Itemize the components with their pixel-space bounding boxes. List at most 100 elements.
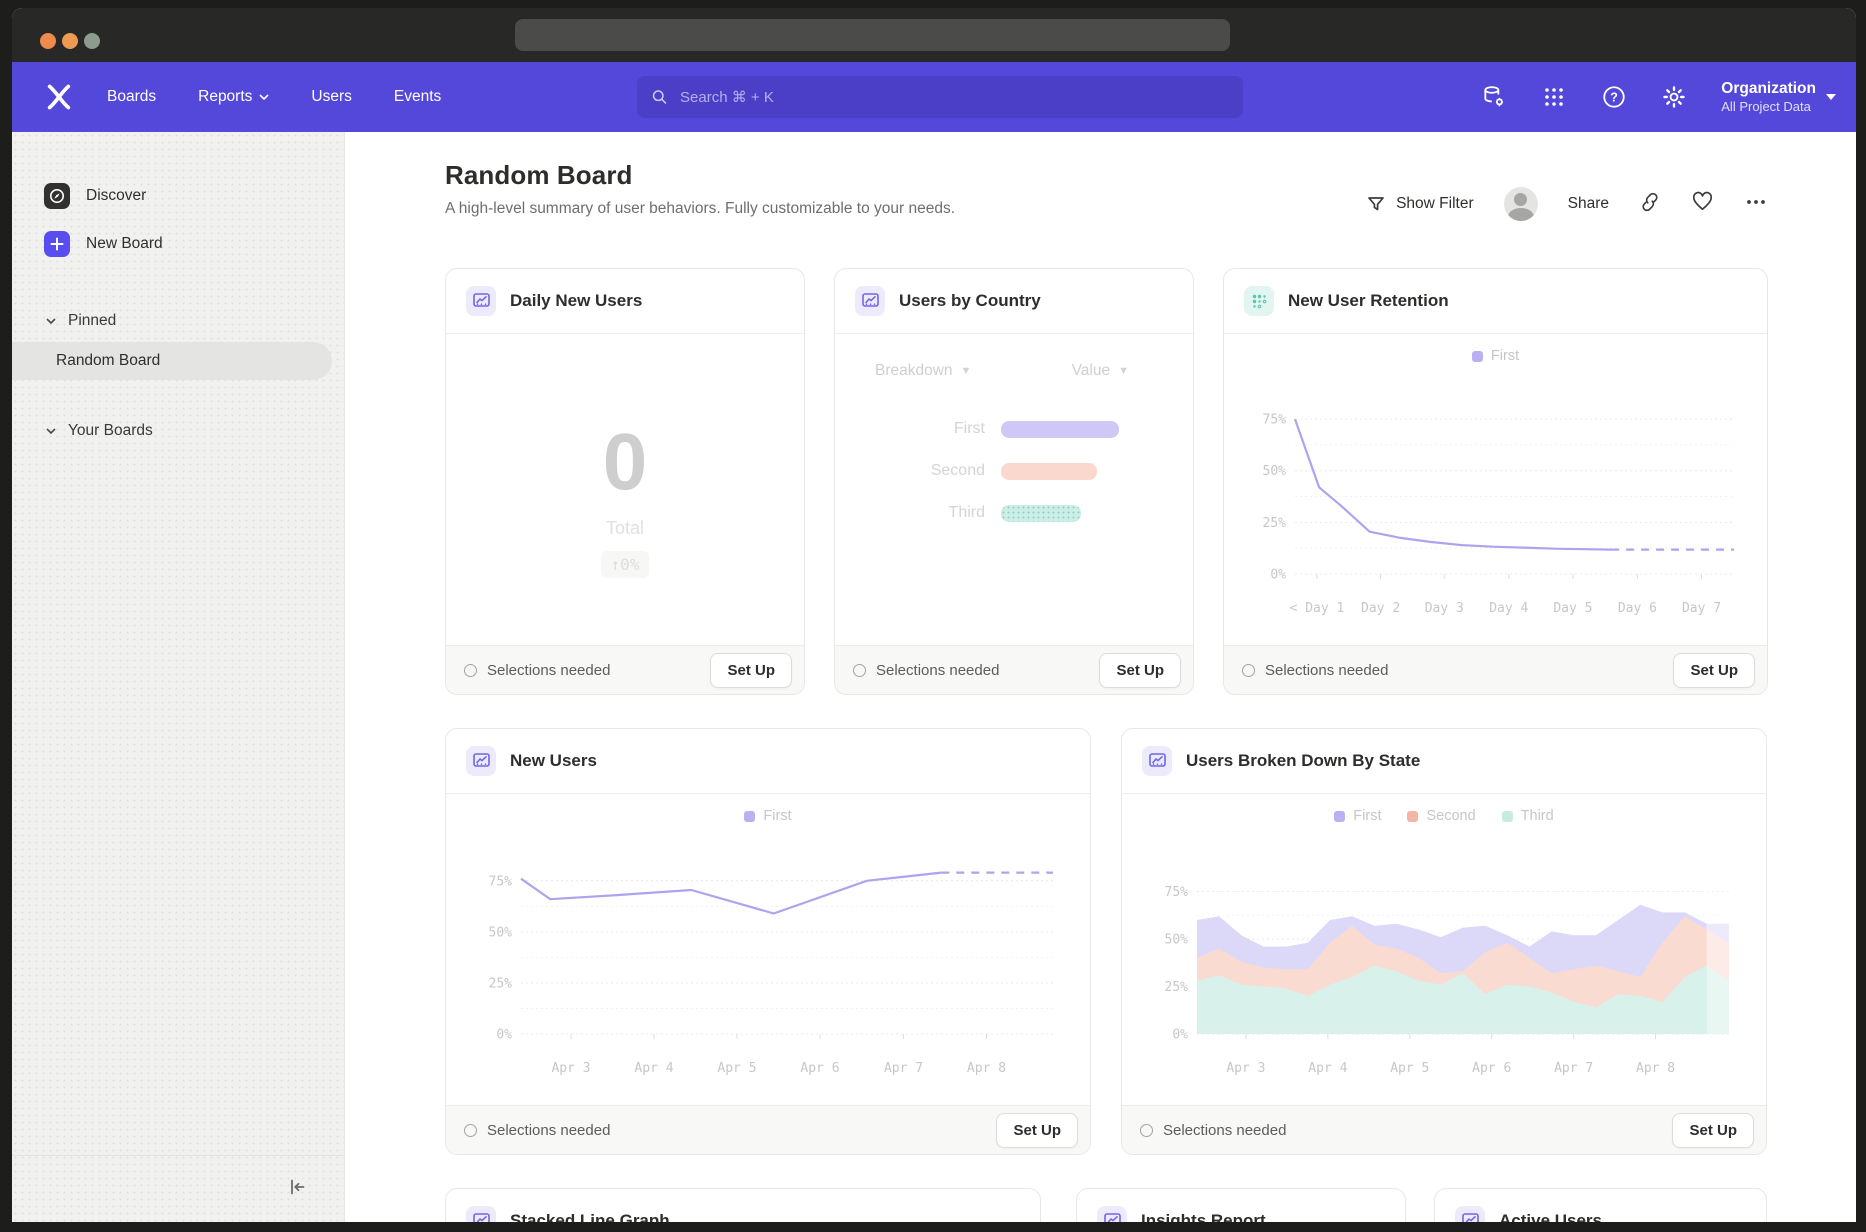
country-rows: First Second Third — [835, 420, 1193, 522]
card-title: Users by Country — [899, 291, 1041, 311]
card-title: Daily New Users — [510, 291, 642, 311]
more-options-icon[interactable] — [1744, 190, 1768, 219]
breakdown-dropdown: Breakdown▼ — [875, 362, 971, 380]
card-footer: Selections needed Set Up — [1224, 645, 1767, 694]
filter-funnel-icon — [1366, 194, 1386, 214]
svg-text:75%: 75% — [1165, 885, 1189, 900]
metric-label: Total — [446, 518, 804, 539]
url-bar[interactable] — [515, 19, 1230, 51]
show-filter-button[interactable]: Show Filter — [1366, 194, 1474, 214]
card-title: Users Broken Down By State — [1186, 751, 1420, 771]
chevron-down-icon — [259, 94, 269, 100]
svg-text:Apr 6: Apr 6 — [1472, 1061, 1511, 1076]
svg-text:0%: 0% — [1270, 568, 1286, 583]
svg-text:0%: 0% — [496, 1028, 512, 1043]
chart-legend: First — [744, 808, 791, 824]
legend-item: First — [744, 808, 791, 824]
legend-swatch-icon — [1472, 351, 1483, 362]
status-circle-icon — [464, 664, 477, 677]
nav-right-cluster: ? Organization All Project Data — [1481, 79, 1836, 115]
help-icon[interactable]: ? — [1601, 84, 1627, 110]
sidebar-section-pinned[interactable]: Pinned — [12, 306, 344, 336]
window-minimize-button[interactable] — [62, 33, 78, 49]
line-chart-icon — [1097, 1206, 1127, 1222]
card-footer: Selections needed Set Up — [446, 645, 804, 694]
line-chart-icon — [1142, 746, 1172, 776]
copy-link-icon[interactable] — [1639, 191, 1661, 218]
svg-text:Apr 8: Apr 8 — [967, 1061, 1006, 1076]
nav-item-events[interactable]: Events — [394, 88, 441, 106]
chart-svg: 75%50%25%0%Apr 3Apr 4Apr 5Apr 6Apr 7Apr … — [1141, 828, 1747, 1080]
value-bar — [1001, 463, 1097, 480]
card-title: New Users — [510, 751, 597, 771]
legend-swatch-icon — [1407, 811, 1418, 822]
country-body: Breakdown▼ Value▼ FirstSecondThird — [835, 334, 1193, 645]
global-search[interactable] — [637, 76, 1243, 118]
svg-text:50%: 50% — [1165, 933, 1189, 948]
status-text: Selections needed — [487, 1122, 610, 1139]
avatar[interactable] — [1504, 187, 1538, 221]
nav-item-reports[interactable]: Reports — [198, 88, 269, 106]
chart-svg: 75%50%25%0%< Day 1Day 2Day 3Day 4Day 5Da… — [1243, 368, 1748, 620]
country-row: Third — [835, 504, 1193, 522]
window-close-button[interactable] — [40, 33, 56, 49]
caret-down-icon: ▼ — [961, 365, 972, 377]
card-active-users: Active Users — [1434, 1188, 1767, 1222]
svg-text:Day 7: Day 7 — [1682, 601, 1721, 616]
svg-text:Apr 6: Apr 6 — [800, 1061, 839, 1076]
collapse-sidebar-icon[interactable] — [286, 1176, 308, 1203]
org-switcher[interactable]: Organization All Project Data — [1721, 79, 1836, 115]
apps-grid-icon[interactable] — [1541, 84, 1567, 110]
svg-text:?: ? — [1610, 90, 1618, 104]
compass-icon — [44, 183, 70, 209]
metric-delta-badge: ↑0% — [601, 551, 650, 578]
sidebar-section-label: Your Boards — [68, 422, 153, 440]
svg-text:75%: 75% — [1263, 413, 1287, 428]
share-button[interactable]: Share — [1568, 195, 1609, 213]
country-row: Second — [835, 462, 1193, 480]
retention-chart: First75%50%25%0%< Day 1Day 2Day 3Day 4Da… — [1224, 334, 1767, 645]
card-users-by-country: Users by Country Breakdown▼ Value▼ First… — [834, 268, 1194, 695]
card-new-user-retention: New User Retention First75%50%25%0%< Day… — [1223, 268, 1768, 695]
nav-item-users[interactable]: Users — [311, 88, 351, 106]
sidebar-item-label: Discover — [86, 187, 146, 205]
favorite-heart-icon[interactable] — [1691, 190, 1714, 218]
sidebar-item-label: New Board — [86, 235, 163, 253]
setup-button[interactable]: Set Up — [996, 1113, 1078, 1148]
status-text: Selections needed — [876, 662, 999, 679]
status-circle-icon — [853, 664, 866, 677]
sidebar-section-label: Pinned — [68, 312, 116, 330]
nav-item-boards[interactable]: Boards — [107, 88, 156, 106]
org-project: All Project Data — [1721, 99, 1816, 115]
setup-button[interactable]: Set Up — [710, 653, 792, 688]
status-text: Selections needed — [1163, 1122, 1286, 1139]
card-users-by-state: Users Broken Down By State FirstSecondTh… — [1121, 728, 1767, 1155]
country-row: First — [835, 420, 1193, 438]
svg-text:Apr 7: Apr 7 — [884, 1061, 923, 1076]
svg-text:Apr 3: Apr 3 — [551, 1061, 590, 1076]
sidebar-item-new-board[interactable]: New Board — [12, 220, 344, 268]
svg-text:Apr 7: Apr 7 — [1554, 1061, 1593, 1076]
status-circle-icon — [1242, 664, 1255, 677]
card-title: Active Users — [1499, 1211, 1602, 1222]
svg-text:Day 3: Day 3 — [1425, 601, 1464, 616]
sidebar-footer — [12, 1155, 344, 1222]
window-zoom-button[interactable] — [84, 33, 100, 49]
setup-button[interactable]: Set Up — [1099, 653, 1181, 688]
setup-button[interactable]: Set Up — [1673, 653, 1755, 688]
svg-text:Apr 4: Apr 4 — [634, 1061, 673, 1076]
card-new-users: New Users First75%50%25%0%Apr 3Apr 4Apr … — [445, 728, 1091, 1155]
settings-gear-icon[interactable] — [1661, 84, 1687, 110]
sidebar-item-random-board[interactable]: Random Board — [12, 342, 332, 380]
mixpanel-logo-icon[interactable] — [45, 83, 73, 111]
setup-button[interactable]: Set Up — [1672, 1113, 1754, 1148]
data-management-icon[interactable] — [1481, 84, 1507, 110]
card-daily-new-users: Daily New Users 0 Total ↑0% Selections n… — [445, 268, 805, 695]
svg-text:Day 2: Day 2 — [1361, 601, 1400, 616]
top-navbar: Boards Reports Users Events ? — [12, 62, 1856, 132]
status-circle-icon — [464, 1124, 477, 1137]
sidebar-section-your-boards[interactable]: Your Boards — [12, 416, 344, 446]
search-input[interactable] — [678, 88, 1229, 107]
country-row-label: Second — [835, 462, 1001, 480]
sidebar-item-discover[interactable]: Discover — [12, 172, 344, 220]
